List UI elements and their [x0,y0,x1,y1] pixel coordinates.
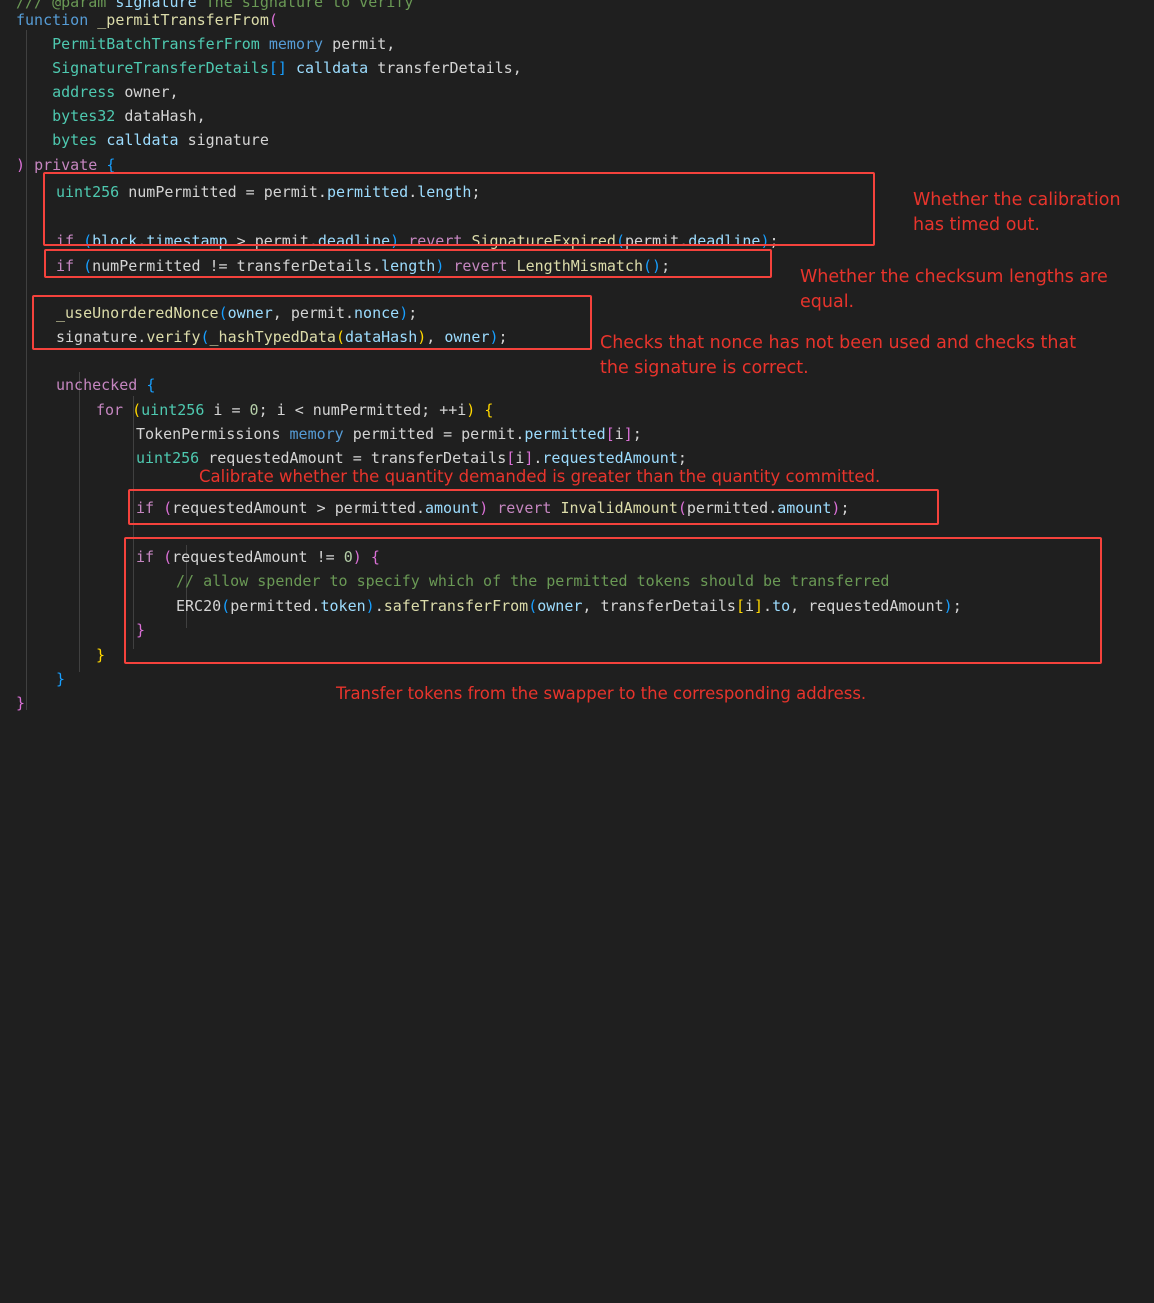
code-line-28: } [96,646,106,664]
annotation-timeout: Whether the calibration has timed out. [913,190,1121,235]
code-line-3: PermitBatchTransferFrom memory permit, [52,35,396,53]
code-line-8: ) private { [16,156,116,174]
code-line-11: if (block.timestamp > permit.deadline) r… [56,232,779,250]
annotation-nonce-signature: Checks that nonce has not been used and … [600,333,1077,378]
code-line-17: unchecked { [56,376,156,394]
code-line-27: } [136,621,146,639]
code-line-26: ERC20(permitted.token).safeTransferFrom(… [176,597,962,615]
annotation-quantity: Calibrate whether the quantity demanded … [199,467,881,486]
annotation-checksum: Whether the checksum lengths are equal. [800,267,1108,312]
code-line-4: SignatureTransferDetails[] calldata tran… [52,59,522,77]
code-line-25: // allow spender to specify which of the… [176,572,890,590]
code-line-6: bytes32 dataHash, [52,107,206,125]
code-line-12: if (numPermitted != transferDetails.leng… [56,257,671,275]
code-line-15: signature.verify(_hashTypedData(dataHash… [56,328,508,346]
code-line-22: if (requestedAmount > permitted.amount) … [136,499,850,517]
code-line-9: uint256 numPermitted = permit.permitted.… [56,183,481,201]
code-line-30: } [16,694,26,712]
code-line-24: if (requestedAmount != 0) { [136,548,380,566]
code-line-2: function _permitTransferFrom( [16,11,278,29]
code-line-18: for (uint256 i = 0; i < numPermitted; ++… [96,401,494,419]
code-line-19: TokenPermissions memory permitted = perm… [136,425,642,443]
code-editor[interactable]: /// @param signature The signature to ve… [0,0,1154,728]
annotation-transfer: Transfer tokens from the swapper to the … [336,684,867,703]
code-line-14: _useUnorderedNonce(owner, permit.nonce); [56,304,418,322]
code-line-5: address owner, [52,83,179,101]
code-line-29: } [56,670,66,688]
code-line-7: bytes calldata signature [52,131,269,149]
